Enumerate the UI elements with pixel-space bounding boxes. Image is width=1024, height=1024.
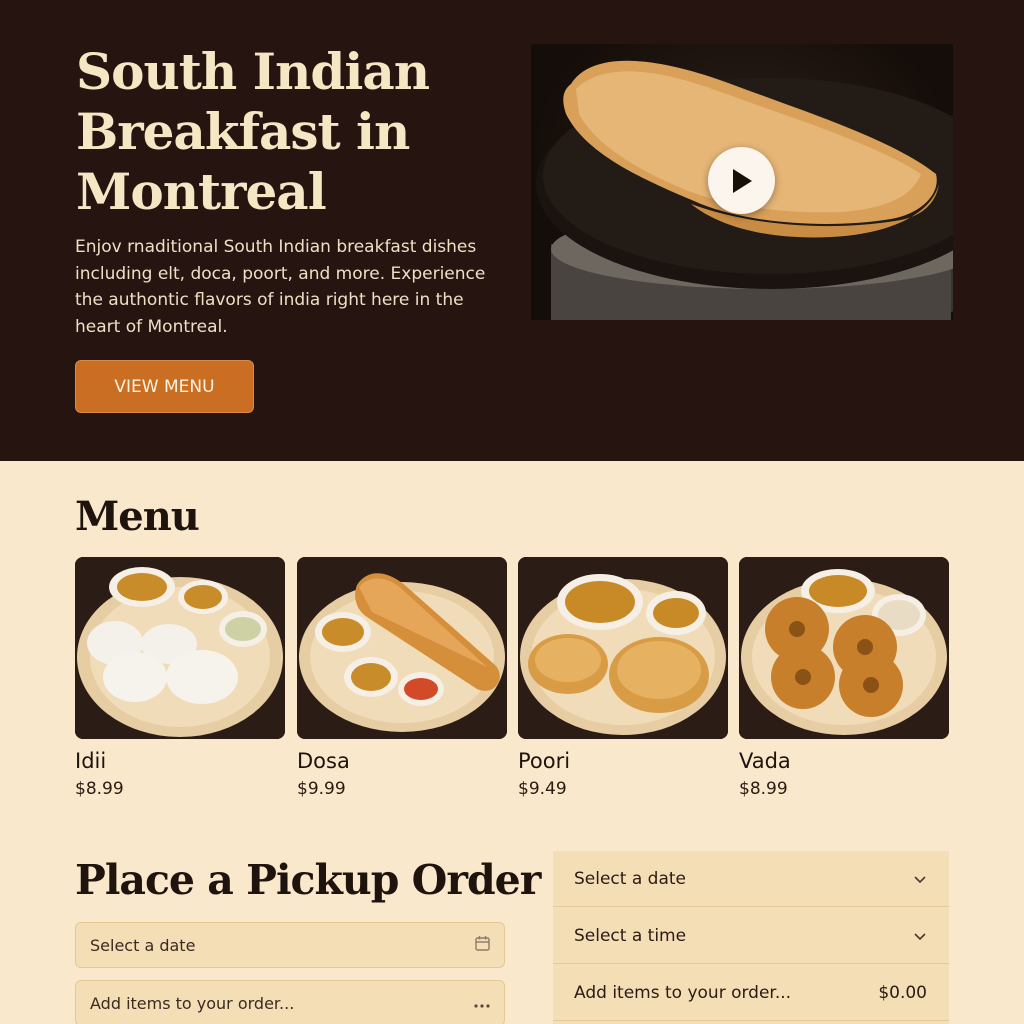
more-icon[interactable] xyxy=(474,994,490,1012)
dish-name: Idii xyxy=(75,749,107,773)
summary-time-label: Select a time xyxy=(574,925,687,946)
hero-section: South Indian Breakfast in Montreal Enjov… xyxy=(0,0,1024,461)
idli-image xyxy=(75,557,285,739)
dish-name: Dosa xyxy=(297,749,350,773)
menu-item-idli[interactable]: Idii $8.99 xyxy=(75,557,285,799)
dosa-image xyxy=(297,557,507,739)
dish-name: Vada xyxy=(739,749,791,773)
summary-items-label: Add items to your order... xyxy=(574,982,792,1003)
menu-item-vada[interactable]: Vada $8.99 xyxy=(739,557,949,799)
dish-price: $8.99 xyxy=(75,779,124,799)
dish-price: $9.49 xyxy=(518,779,567,799)
chevron-down-icon xyxy=(914,932,926,940)
order-items-field[interactable]: Add items to your order... xyxy=(75,980,505,1024)
summary-total: $0.00 xyxy=(878,982,927,1003)
hero-title: South Indian Breakfast in Montreal xyxy=(76,42,430,221)
summary-time-select[interactable]: Select a time xyxy=(553,908,949,964)
menu-heading: Menu xyxy=(75,493,200,540)
view-menu-button[interactable]: VIEW MENU xyxy=(75,360,254,413)
dish-name: Poori xyxy=(518,749,571,773)
menu-item-dosa[interactable]: Dosa $9.99 xyxy=(297,557,507,799)
hero-video[interactable] xyxy=(531,44,953,320)
play-icon xyxy=(732,168,752,193)
dish-price: $9.99 xyxy=(297,779,346,799)
chevron-down-icon xyxy=(914,875,926,883)
order-date-field[interactable]: Select a date xyxy=(75,922,505,968)
summary-date-label: Select a date xyxy=(574,868,687,889)
poori-image xyxy=(518,557,728,739)
vada-image xyxy=(739,557,949,739)
summary-date-select[interactable]: Select a date xyxy=(553,851,949,907)
summary-items-row[interactable]: Add items to your order... $0.00 xyxy=(553,965,949,1021)
order-items-placeholder: Add items to your order... xyxy=(90,993,295,1013)
order-heading: Place a Pickup Order xyxy=(75,856,541,904)
play-button[interactable] xyxy=(708,147,775,214)
order-date-placeholder: Select a date xyxy=(90,935,196,955)
dish-price: $8.99 xyxy=(739,779,788,799)
order-summary-panel: Select a date Select a time Add items to… xyxy=(553,851,949,1024)
calendar-icon xyxy=(475,935,490,955)
menu-item-poori[interactable]: Poori $9.49 xyxy=(518,557,728,799)
hero-description: Enjov rnaditional South Indian breakfast… xyxy=(75,237,486,337)
